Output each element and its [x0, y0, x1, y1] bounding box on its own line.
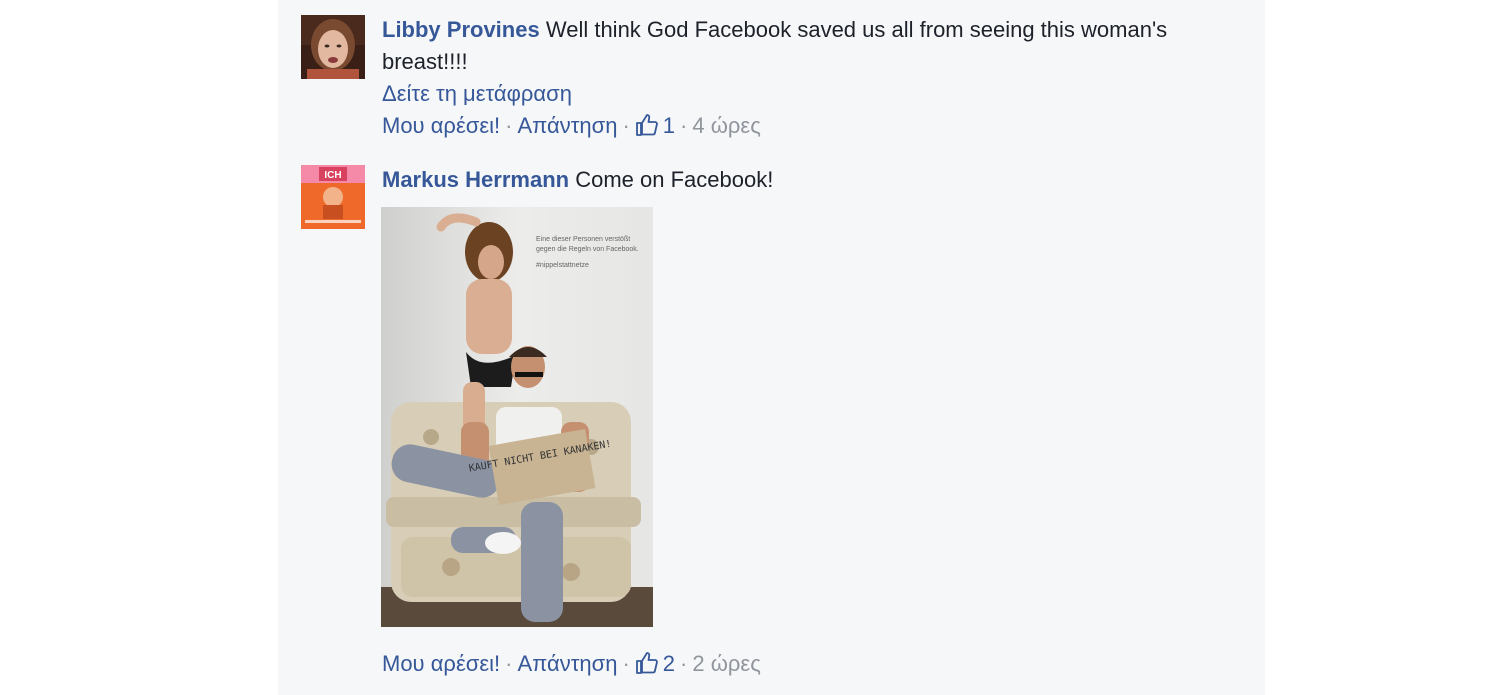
separator-dot: · — [680, 651, 688, 676]
timestamp[interactable]: 2 ώρες — [692, 651, 760, 676]
comment-text: Markus Herrmann Come on Facebook! — [382, 164, 1182, 196]
avatar[interactable]: ICH — [301, 165, 365, 229]
comment-text: Libby Provines Well think God Facebook s… — [382, 14, 1182, 78]
avatar-text: ICH — [324, 170, 341, 181]
see-translation-link[interactable]: Δείτε τη μετάφραση — [382, 78, 1182, 110]
comments-panel: Libby Provines Well think God Facebook s… — [278, 0, 1265, 695]
like-count[interactable]: 2 — [663, 651, 675, 676]
comment-body: Come on Facebook! — [575, 167, 774, 192]
separator-dot: · — [622, 113, 630, 138]
like-button[interactable]: Μου αρέσει! — [382, 113, 500, 138]
like-button[interactable]: Μου αρέσει! — [382, 651, 500, 676]
comment-actions: Μου αρέσει! · Απάντηση · 2 · 2 ώρες — [382, 648, 1182, 684]
reply-button[interactable]: Απάντηση — [517, 651, 617, 676]
like-count[interactable]: 1 — [663, 113, 675, 138]
comment-photo[interactable]: KAUFT NICHT BEI KANAKEN! Eine dieser Per… — [381, 207, 653, 627]
separator-dot: · — [680, 113, 688, 138]
comment-author-link[interactable]: Libby Provines — [382, 17, 540, 42]
photo-caption: Eine dieser Personen verstößt gegen die … — [536, 236, 639, 253]
separator-dot: · — [505, 651, 513, 676]
comment-author-link[interactable]: Markus Herrmann — [382, 167, 569, 192]
thumbs-up-icon[interactable] — [635, 651, 659, 684]
avatar[interactable] — [301, 15, 365, 79]
reply-button[interactable]: Απάντηση — [517, 113, 617, 138]
separator-dot: · — [505, 113, 513, 138]
timestamp[interactable]: 4 ώρες — [692, 113, 760, 138]
comment-actions: Μου αρέσει! · Απάντηση · 1 · 4 ώρες — [382, 110, 1182, 146]
thumbs-up-icon[interactable] — [635, 113, 659, 146]
photo-hashtag: #nippelstattnetze — [536, 262, 589, 269]
separator-dot: · — [622, 651, 630, 676]
